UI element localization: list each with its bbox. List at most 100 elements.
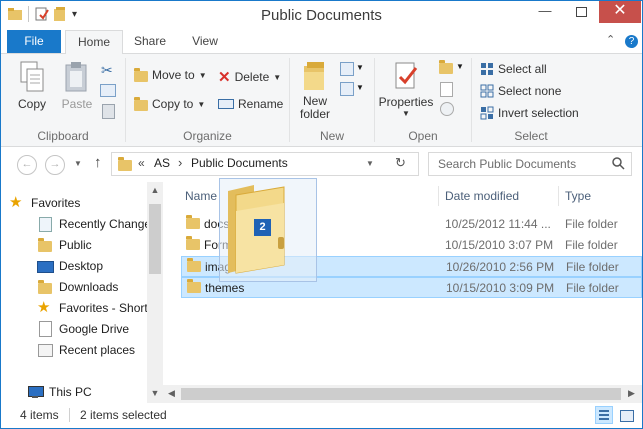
nav-item-public[interactable]: Public: [37, 234, 147, 255]
copy-to-label: Copy to: [152, 97, 194, 111]
back-button[interactable]: ←: [17, 155, 37, 175]
column-header-type[interactable]: Type: [565, 189, 591, 203]
file-type: File folder: [565, 238, 618, 252]
delete-icon: ✕: [218, 69, 231, 86]
scroll-right-icon[interactable]: ▶: [628, 388, 635, 399]
nav-item-favorites[interactable]: ★ Favorites: [9, 192, 147, 213]
tab-share[interactable]: Share: [125, 30, 175, 53]
rename-button[interactable]: Rename: [218, 97, 283, 111]
column-divider[interactable]: [438, 186, 439, 206]
move-to-icon: [134, 68, 148, 82]
delete-button[interactable]: ✕ Delete ▼: [218, 68, 281, 86]
address-overflow[interactable]: «: [138, 156, 145, 170]
tab-view[interactable]: View: [179, 30, 231, 53]
up-arrow-icon[interactable]: ↑: [94, 154, 102, 171]
close-button[interactable]: ✕: [599, 1, 641, 23]
invert-selection-button[interactable]: Invert selection: [480, 106, 579, 120]
scroll-left-icon[interactable]: ◀: [168, 388, 175, 399]
minimize-button[interactable]: —: [531, 1, 559, 23]
cut-icon[interactable]: ✂: [101, 62, 113, 79]
nav-item-recent-places[interactable]: Recent places: [37, 339, 147, 360]
select-group-label: Select: [514, 129, 548, 143]
nav-item-google-drive[interactable]: Google Drive: [37, 318, 147, 339]
select-all-icon: [481, 63, 493, 75]
column-header-name[interactable]: Name: [185, 189, 217, 203]
invert-selection-label: Invert selection: [498, 106, 579, 120]
chevron-down-icon[interactable]: ▼: [456, 62, 464, 71]
address-separator[interactable]: ›: [178, 155, 182, 170]
folder-icon: [186, 236, 200, 250]
recent-locations-icon[interactable]: ▼: [74, 159, 82, 168]
forward-button[interactable]: →: [45, 155, 65, 175]
move-to-label: Move to: [152, 68, 195, 82]
horizontal-scroll-thumb[interactable]: [181, 388, 621, 400]
scroll-up-icon[interactable]: ▲: [147, 185, 163, 195]
chevron-down-icon: ▼: [198, 70, 207, 80]
paste-icon: [65, 62, 87, 92]
chevron-down-icon[interactable]: ▼: [356, 83, 364, 92]
folder-icon: [187, 258, 201, 272]
new-folder-button[interactable]: New folder: [296, 60, 334, 121]
nav-item-favorites-shortcuts[interactable]: ★ Favorites - Shortcuts: [37, 297, 147, 318]
copy-button[interactable]: Copy: [11, 60, 53, 111]
nav-item-this-pc[interactable]: This PC: [27, 381, 147, 402]
copy-path-icon[interactable]: [100, 84, 116, 97]
history-icon[interactable]: [440, 102, 454, 116]
paste-shortcut-icon[interactable]: [102, 104, 115, 119]
select-none-button[interactable]: Select none: [480, 84, 561, 98]
chevron-down-icon[interactable]: ▼: [356, 63, 364, 72]
file-type: File folder: [566, 281, 619, 295]
refresh-icon[interactable]: ↻: [395, 155, 406, 171]
move-to-button[interactable]: Move to ▼: [134, 68, 207, 82]
select-group: Select all Select none Invert selection …: [472, 54, 590, 146]
scroll-down-icon[interactable]: ▼: [147, 388, 163, 398]
address-bar[interactable]: « AS › Public Documents ▼ ↻: [111, 152, 419, 176]
desktop-icon: [37, 258, 54, 274]
easy-access-icon[interactable]: [340, 82, 354, 96]
nav-pane-scrollbar[interactable]: ▲ ▼: [147, 182, 163, 403]
nav-item-label: This PC: [49, 384, 92, 399]
column-divider[interactable]: [558, 186, 559, 206]
maximize-button[interactable]: [567, 1, 595, 23]
navigation-bar: ← → ▼ ↑ « AS › Public Documents ▼ ↻: [1, 147, 642, 181]
title-bar: ▾ Public Documents — ✕: [1, 1, 642, 30]
large-icons-view-icon[interactable]: [618, 407, 634, 423]
tab-home[interactable]: Home: [65, 30, 123, 55]
new-item-icon[interactable]: [340, 62, 354, 76]
address-segment-public-documents[interactable]: Public Documents: [191, 156, 288, 170]
properties-button[interactable]: Properties ▼: [377, 60, 435, 118]
copy-to-button[interactable]: Copy to ▼: [134, 97, 205, 111]
search-box[interactable]: [428, 152, 632, 176]
nav-item-recently-changed[interactable]: Recently Changed: [37, 213, 147, 234]
status-bar: 4 items 2 items selected: [1, 403, 642, 428]
file-date: 10/15/2010 3:09 PM: [446, 281, 555, 295]
ribbon: Copy Paste ✂ Clipboard Move to ▼ Copy to…: [1, 54, 642, 147]
file-list-horizontal-scrollbar[interactable]: ◀ ▶: [163, 385, 642, 403]
search-icon[interactable]: [612, 157, 625, 170]
chevron-up-icon[interactable]: ⌃: [606, 33, 615, 46]
nav-item-downloads[interactable]: Downloads: [37, 276, 147, 297]
chevron-down-icon: ▼: [402, 109, 410, 118]
nav-item-label: Favorites - Shortcuts: [59, 300, 147, 315]
selection-count: 2 items selected: [80, 408, 167, 422]
drag-preview: 2: [219, 178, 317, 282]
details-view-icon[interactable]: [595, 406, 613, 424]
open-icon[interactable]: [439, 60, 453, 74]
star-icon: ★: [37, 298, 51, 316]
address-segment-as[interactable]: AS: [154, 156, 170, 170]
paste-button[interactable]: Paste: [57, 60, 97, 111]
tab-file[interactable]: File: [7, 30, 61, 53]
new-group-label: New: [319, 129, 344, 143]
address-history-icon[interactable]: ▼: [366, 159, 374, 168]
clipboard-group: Copy Paste ✂ Clipboard: [1, 54, 125, 146]
select-none-icon: [480, 84, 494, 98]
search-input[interactable]: [436, 156, 610, 172]
edit-icon[interactable]: [440, 82, 453, 97]
select-all-button[interactable]: Select all: [480, 62, 547, 76]
file-date: 10/26/2010 2:56 PM: [446, 260, 555, 274]
nav-pane-scroll-thumb[interactable]: [149, 204, 161, 274]
help-icon[interactable]: ?: [625, 35, 638, 48]
column-header-date-modified[interactable]: Date modified: [445, 189, 519, 203]
copy-label: Copy: [17, 97, 46, 111]
nav-item-desktop[interactable]: Desktop: [37, 255, 147, 276]
